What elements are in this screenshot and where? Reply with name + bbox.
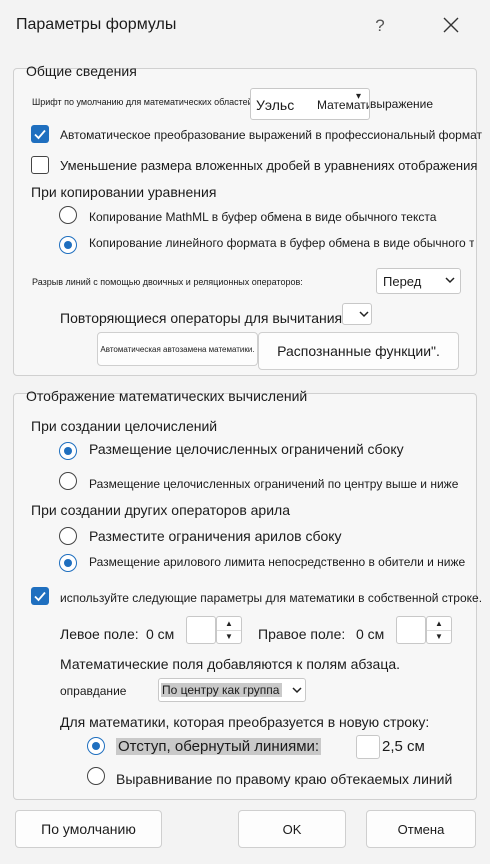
chevron-down-icon (358, 307, 370, 324)
break-lines-select[interactable]: Перед (376, 268, 461, 294)
copy-heading: При копировании уравнения (31, 184, 217, 200)
left-margin-value: 0 см (146, 626, 175, 642)
caret-down-icon[interactable]: ▼ (427, 629, 451, 644)
right-margin-stepper[interactable]: ▲ ▼ (426, 616, 452, 644)
justify-select[interactable]: По центру как группа (158, 678, 306, 702)
close-button[interactable] (436, 10, 466, 40)
indent-wrapped-input[interactable] (356, 735, 380, 759)
margins-note: Математические поля добавляются к полям … (60, 656, 401, 672)
copy-linear-label: Копирование линейного формата в буфер об… (89, 236, 474, 250)
default-font-select[interactable]: Уэльс Математическое выражение ▾ (250, 88, 370, 120)
copy-mathml-label: Копирование MathML в буфер обмена в виде… (89, 210, 437, 224)
chevron-down-icon (291, 683, 303, 701)
left-margin-label: Левое поле: (60, 626, 139, 642)
display-legend: Отображение математических вычислений (26, 388, 308, 404)
integral-side-radio[interactable] (59, 442, 77, 460)
break-lines-value: Перед (383, 274, 422, 289)
default-font-value-tail: Математическое выражение (317, 98, 369, 112)
autocorrect-button[interactable]: Автоматическая автозамена математики. (97, 332, 258, 366)
recognized-functions-button[interactable]: Распознанные функции". (258, 332, 459, 370)
right-margin-input[interactable] (396, 616, 426, 644)
copy-linear-radio[interactable] (59, 236, 77, 254)
align-right-label: Выравнивание по правому краю обтекаемых … (116, 771, 453, 787)
left-margin-stepper[interactable]: ▲ ▼ (216, 616, 242, 644)
right-margin-value: 0 см (356, 626, 385, 642)
indent-wrapped-radio[interactable] (87, 737, 105, 755)
caret-down-icon[interactable]: ▼ (217, 629, 241, 644)
own-line-label: используйте следующие параметры для мате… (60, 591, 483, 605)
reduce-fractions-label: Уменьшение размера вложенных дробей в ур… (60, 158, 478, 173)
chevron-down-icon (444, 273, 456, 292)
reduce-fractions-checkbox[interactable] (31, 156, 49, 174)
right-margin-label: Правое поле: (258, 626, 346, 642)
close-icon (443, 17, 459, 33)
autocorrect-button-label: Автоматическая автозамена математики. (100, 344, 255, 354)
caret-up-icon[interactable]: ▲ (427, 617, 451, 630)
checkmark-icon (34, 129, 46, 140)
align-right-radio[interactable] (87, 767, 105, 785)
defaults-button[interactable]: По умолчанию (15, 810, 162, 848)
ok-button-label: OK (282, 821, 302, 837)
auto-convert-checkbox[interactable] (31, 125, 49, 143)
wrap-heading: Для математики, которая преобразуется в … (60, 714, 430, 730)
justify-label: оправдание (60, 684, 127, 698)
nary-side-label: Разместите ограничения арилов сбоку (89, 528, 342, 544)
integral-center-label: Размещение целочисленных ограничений по … (89, 477, 459, 491)
recognized-functions-label: Распознанные функции". (277, 343, 440, 359)
general-legend: Общие сведения (26, 63, 137, 79)
nary-direct-radio[interactable] (59, 554, 77, 572)
defaults-button-label: По умолчанию (41, 821, 136, 837)
ok-button[interactable]: OK (238, 810, 346, 848)
nary-heading: При создании других операторов арила (31, 502, 290, 518)
indent-wrapped-value: 2,5 см (382, 738, 425, 755)
nary-side-radio[interactable] (59, 527, 77, 545)
integral-center-radio[interactable] (59, 472, 77, 490)
chevron-down-icon: ▾ (356, 91, 362, 102)
caret-up-icon[interactable]: ▲ (217, 617, 241, 630)
nary-direct-label: Размещение арилового лимита непосредстве… (89, 555, 466, 569)
help-button[interactable]: ? (372, 16, 388, 36)
break-lines-label: Разрыв линий с помощью двоичных и реляци… (32, 277, 303, 287)
cancel-button-label: Отмена (397, 821, 445, 837)
dialog-title: Параметры формулы (16, 16, 177, 33)
own-line-checkbox[interactable] (31, 587, 49, 605)
copy-mathml-radio[interactable] (59, 206, 77, 224)
default-font-value-overflow: выражение (370, 97, 434, 111)
integrals-heading: При создании целочислений (31, 418, 218, 434)
indent-wrapped-label: Отступ, обернутый линиями: (116, 738, 322, 755)
integral-side-label: Размещение целочисленных ограничений сбо… (89, 441, 404, 457)
default-font-label: Шрифт по умолчанию для математических об… (32, 97, 256, 107)
default-font-value: Уэльс (256, 97, 295, 113)
cancel-button[interactable]: Отмена (366, 810, 476, 848)
justify-value: По центру как группа (161, 683, 283, 697)
repeat-ops-select[interactable] (342, 303, 372, 325)
checkmark-icon (34, 591, 46, 602)
auto-convert-label: Автоматическое преобразование выражений … (60, 128, 483, 142)
repeat-ops-label: Повторяющиеся операторы для вычитания: (60, 310, 347, 326)
left-margin-input[interactable] (186, 616, 216, 644)
